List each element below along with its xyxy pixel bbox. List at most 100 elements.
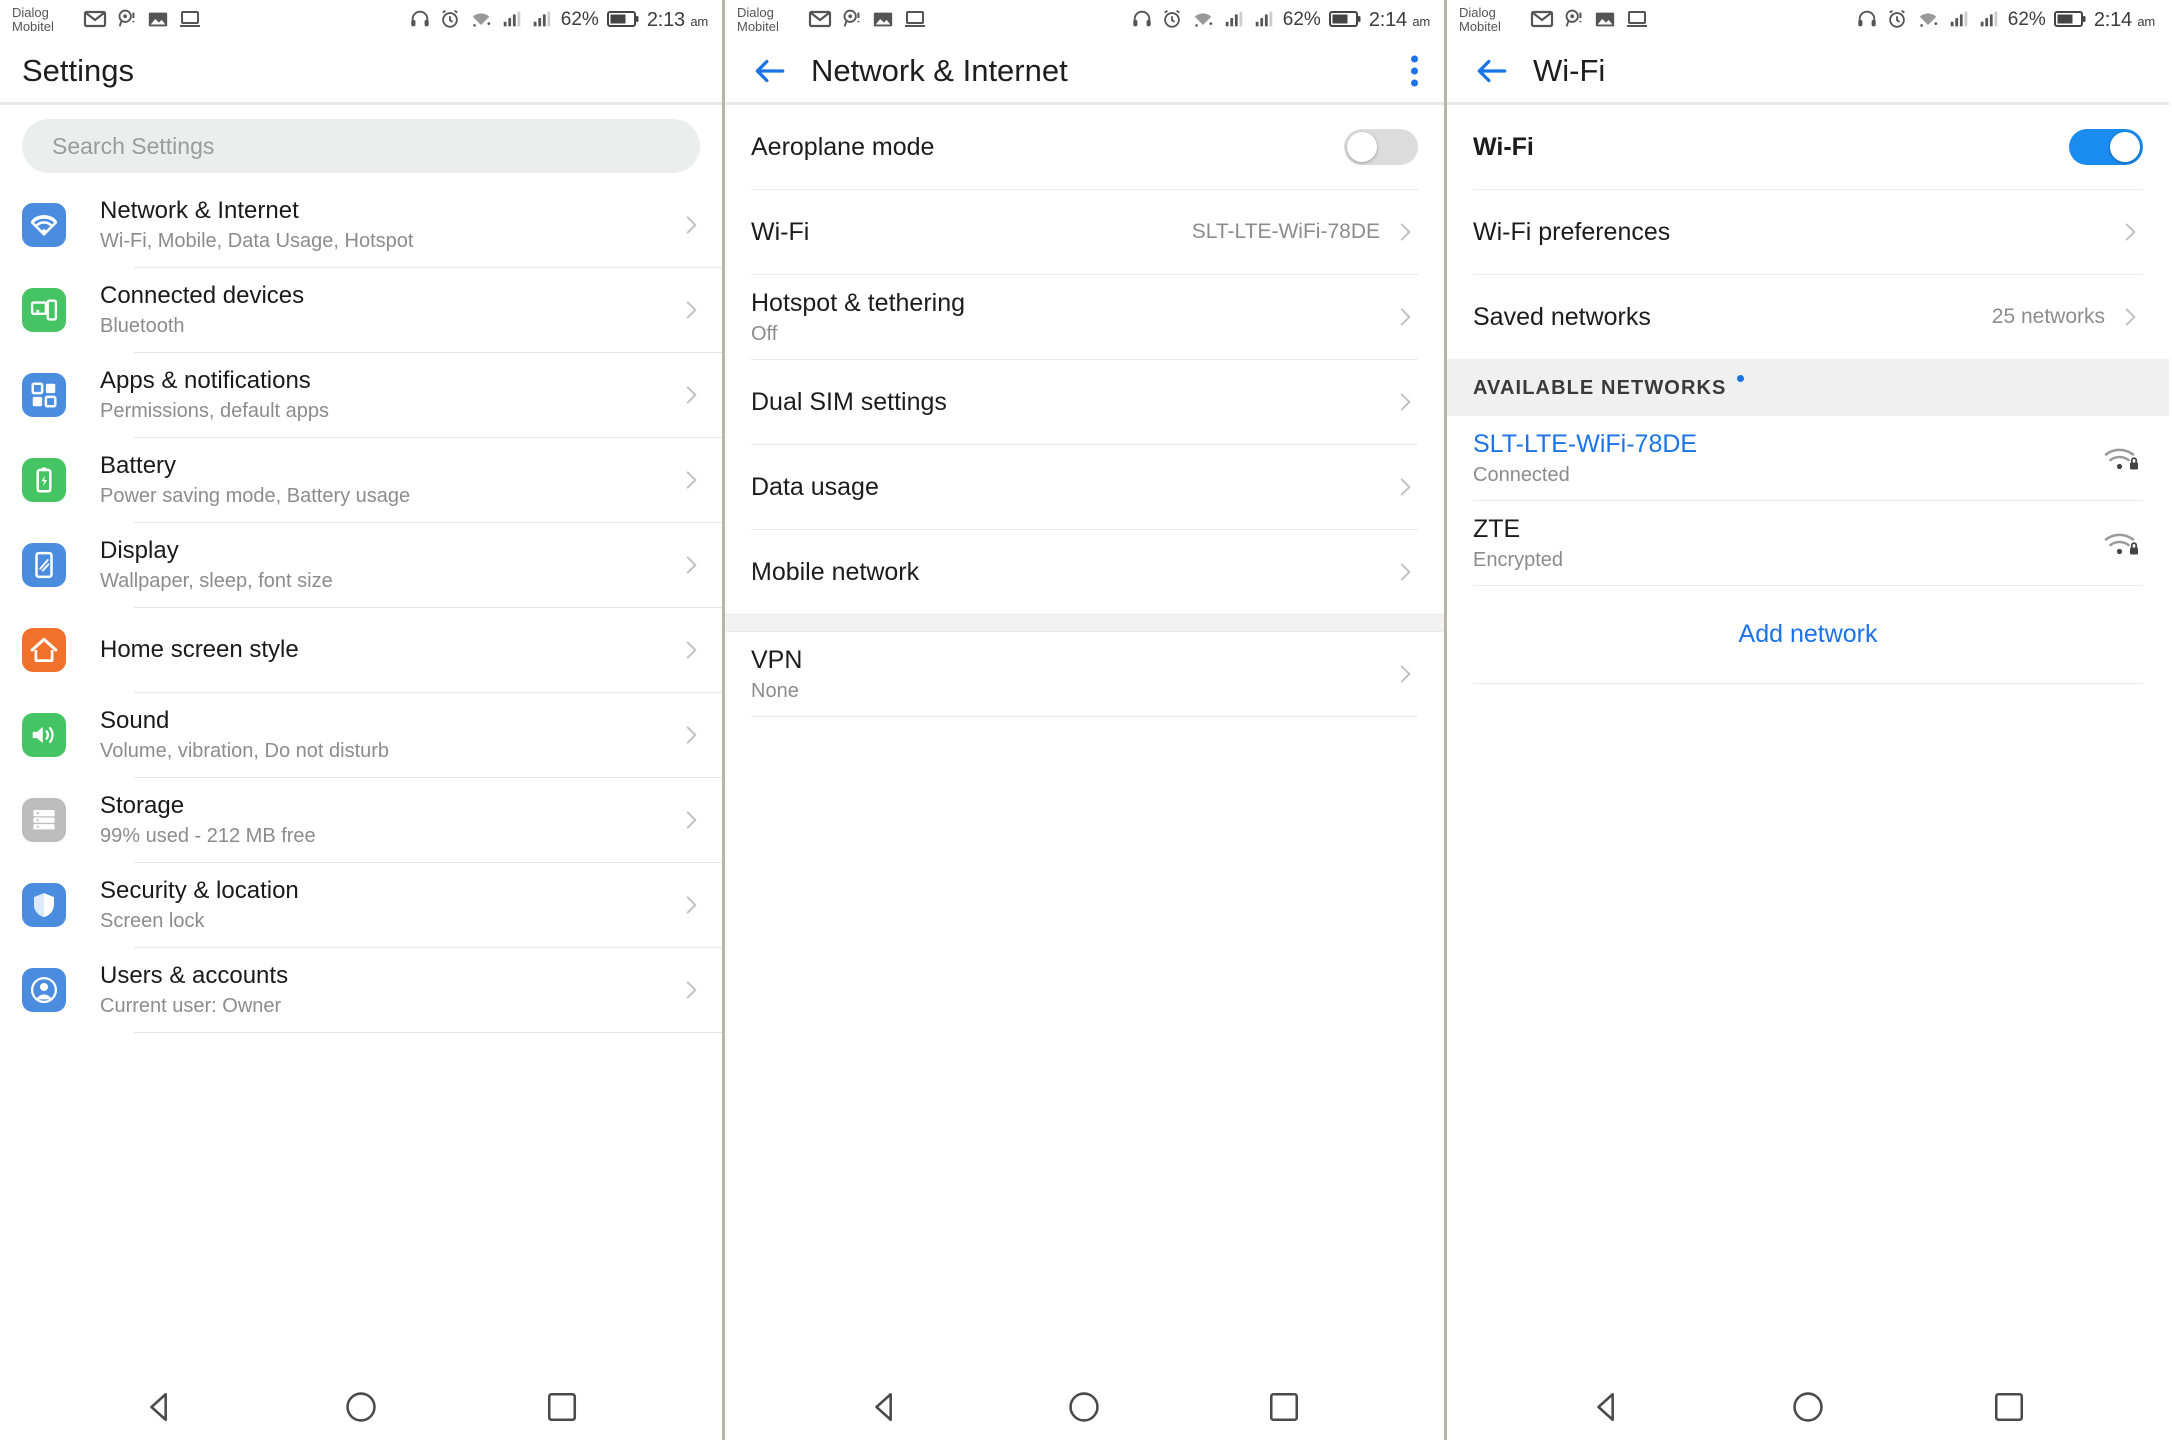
list-row[interactable]: Wi-Fi preferences — [1447, 190, 2169, 274]
list-row[interactable]: Aeroplane mode — [725, 105, 1444, 189]
row-title: SLT-LTE-WiFi-78DE — [1473, 430, 1698, 458]
list-row[interactable]: Wi-Fi — [1447, 105, 2169, 189]
image-icon — [1594, 8, 1616, 33]
location-alert-icon — [841, 8, 863, 33]
carrier-label-3: Dialog Mobitel — [1459, 6, 1521, 34]
wifi-icon — [1916, 8, 1940, 33]
signal-sim2-icon — [531, 8, 553, 33]
battery-percent: 62% — [560, 9, 599, 30]
settings-item-text: Connected devices Bluetooth — [100, 281, 676, 340]
list-row[interactable]: Hotspot & tethering Off — [725, 275, 1444, 359]
row-text: Aeroplane mode — [751, 130, 1344, 164]
toggle-switch[interactable] — [2069, 129, 2143, 165]
back-arrow-icon[interactable] — [1469, 48, 1515, 94]
available-networks-header: AVAILABLE NETWORKS — [1447, 359, 2169, 416]
alarm-icon — [439, 8, 461, 33]
list-row[interactable]: Dual SIM settings — [725, 360, 1444, 444]
headset-icon — [1131, 8, 1153, 33]
row-title: Data usage — [751, 473, 879, 501]
nav-back-icon[interactable] — [855, 1377, 915, 1437]
row-text: SLT-LTE-WiFi-78DE Connected — [1473, 427, 2101, 489]
search-input[interactable]: Search Settings — [22, 119, 700, 173]
status-bar-left-3: Dialog Mobitel — [1459, 6, 1649, 34]
list-row[interactable]: Mobile network — [725, 530, 1444, 614]
nav-bar-panel3 — [1447, 1374, 2169, 1440]
settings-list-item[interactable]: Storage 99% used - 212 MB free — [22, 778, 722, 862]
nav-home-icon[interactable] — [1778, 1377, 1838, 1437]
laptop-icon — [178, 7, 202, 34]
row-title: Saved networks — [1473, 303, 1651, 331]
storage-icon — [22, 798, 66, 842]
nav-back-icon[interactable] — [1577, 1377, 1637, 1437]
chevron-right-icon — [2117, 304, 2143, 330]
page-title: Network & Internet — [811, 53, 1068, 88]
nav-recents-icon[interactable] — [532, 1377, 592, 1437]
row-text: Hotspot & tethering Off — [751, 286, 1392, 348]
location-alert-icon — [116, 8, 138, 33]
settings-list-item[interactable]: Network & Internet Wi-Fi, Mobile, Data Us… — [22, 183, 722, 267]
settings-list-item[interactable]: Display Wallpaper, sleep, font size — [22, 523, 722, 607]
list-row[interactable]: VPN None — [725, 632, 1444, 716]
carrier-label-2: Dialog Mobitel — [737, 6, 799, 34]
alarm-icon — [1886, 8, 1908, 33]
settings-item-subtitle: Power saving mode, Battery usage — [100, 484, 411, 507]
section-header-label: AVAILABLE NETWORKS — [1473, 377, 1727, 399]
status-bar-right-3: 62% 2:14 am — [1856, 0, 2155, 40]
back-arrow-icon[interactable] — [747, 48, 793, 94]
nav-home-icon[interactable] — [1054, 1377, 1114, 1437]
wifi-icon — [22, 203, 66, 247]
clock-meridiem-2: am — [1412, 13, 1430, 29]
row-text: Wi-Fi preferences — [1473, 215, 2117, 249]
clock-time-1: 2:13 — [646, 8, 685, 31]
list-row[interactable]: Wi-Fi SLT-LTE-WiFi-78DE — [725, 190, 1444, 274]
chevron-right-icon — [676, 807, 706, 833]
chevron-right-icon — [1392, 304, 1418, 330]
row-subtitle: Encrypted — [1473, 549, 1564, 571]
settings-item-text: Display Wallpaper, sleep, font size — [100, 536, 676, 595]
row-title: VPN — [751, 646, 803, 674]
home-icon — [22, 628, 66, 672]
list-row[interactable]: Saved networks 25 networks — [1447, 275, 2169, 359]
row-text: Mobile network — [751, 555, 1392, 589]
settings-item-text: Security & location Screen lock — [100, 876, 676, 935]
settings-list-item[interactable]: Apps & notifications Permissions, default… — [22, 353, 722, 437]
row-text: Saved networks — [1473, 300, 1992, 334]
list-divider — [134, 1032, 722, 1033]
settings-list-item[interactable]: Security & location Screen lock — [22, 863, 722, 947]
settings-item-text: Battery Power saving mode, Battery usage — [100, 451, 676, 510]
row-title: Wi-Fi preferences — [1473, 218, 1671, 246]
toggle-switch[interactable] — [1344, 129, 1418, 165]
settings-list-item[interactable]: Battery Power saving mode, Battery usage — [22, 438, 722, 522]
settings-item-title: Display — [100, 536, 179, 564]
settings-item-title: Sound — [100, 706, 170, 734]
settings-list-item[interactable]: Home screen style — [22, 608, 722, 692]
section-gap — [725, 614, 1444, 632]
clock-time-2: 2:14 — [1368, 8, 1407, 31]
nav-bar-panel1 — [0, 1374, 722, 1440]
nav-bar-panel2 — [725, 1374, 1444, 1440]
list-row[interactable]: ZTE Encrypted — [1447, 501, 2169, 585]
sound-icon — [22, 713, 66, 757]
list-row[interactable]: Data usage — [725, 445, 1444, 529]
image-icon — [147, 8, 169, 33]
nav-recents-icon[interactable] — [1254, 1377, 1314, 1437]
settings-item-title: Battery — [100, 451, 177, 479]
settings-list-item[interactable]: Sound Volume, vibration, Do not disturb — [22, 693, 722, 777]
overflow-menu-icon[interactable] — [1411, 55, 1418, 87]
nav-back-icon[interactable] — [130, 1377, 190, 1437]
list-row[interactable]: SLT-LTE-WiFi-78DE Connected — [1447, 416, 2169, 500]
settings-list-item[interactable]: Users & accounts Current user: Owner — [22, 948, 722, 1032]
apps-icon — [22, 373, 66, 417]
row-subtitle: Connected — [1473, 464, 1570, 486]
chevron-right-icon — [676, 892, 706, 918]
gmail-icon — [808, 7, 832, 34]
row-text: Wi-Fi — [1473, 130, 2069, 164]
nav-recents-icon[interactable] — [1979, 1377, 2039, 1437]
add-network-button[interactable]: Add network — [1447, 586, 2169, 683]
settings-item-subtitle: Permissions, default apps — [100, 399, 330, 422]
nav-home-icon[interactable] — [331, 1377, 391, 1437]
settings-item-text: Storage 99% used - 212 MB free — [100, 791, 676, 850]
settings-list-item[interactable]: Connected devices Bluetooth — [22, 268, 722, 352]
row-title: Wi-Fi — [1473, 133, 1534, 161]
wifi-header: Wi-Fi — [1447, 40, 2169, 102]
